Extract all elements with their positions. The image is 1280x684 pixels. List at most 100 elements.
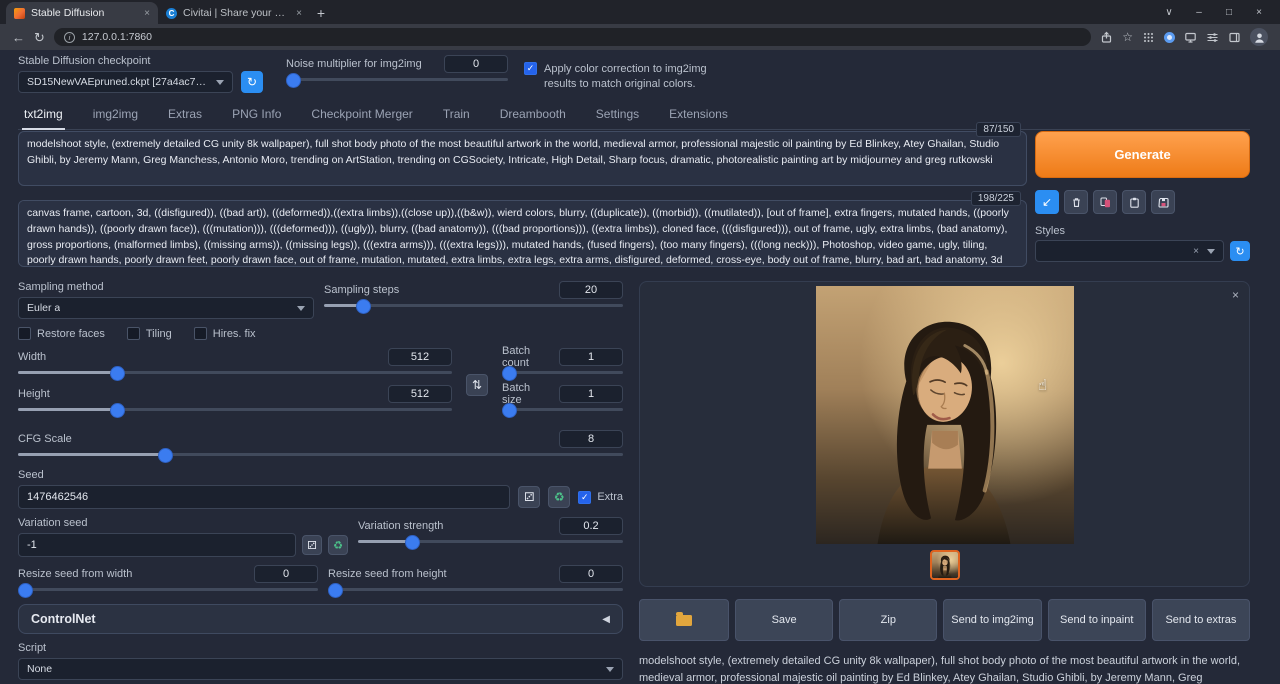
tab-dreambooth[interactable]: Dreambooth bbox=[498, 101, 568, 129]
script-dropdown[interactable]: None bbox=[18, 658, 623, 680]
controlnet-accordion[interactable]: ControlNet ◀ bbox=[18, 604, 623, 634]
share-icon[interactable] bbox=[1100, 31, 1113, 44]
extra-seed-checkbox[interactable]: Extra bbox=[578, 491, 623, 504]
cast-icon[interactable] bbox=[1184, 31, 1197, 44]
send-to-extras-button[interactable]: Send to extras bbox=[1152, 599, 1250, 641]
reload-icon[interactable]: ↻ bbox=[34, 31, 45, 44]
height-value[interactable]: 512 bbox=[388, 385, 452, 403]
styles-dropdown[interactable]: × bbox=[1035, 240, 1224, 262]
cfg-scale-slider[interactable] bbox=[18, 447, 623, 461]
txt2img-settings: Sampling method Euler a Sampling steps 2… bbox=[18, 281, 623, 684]
generate-button[interactable]: Generate bbox=[1035, 131, 1250, 178]
tab-img2img[interactable]: img2img bbox=[91, 101, 140, 129]
variation-strength-value[interactable]: 0.2 bbox=[559, 517, 623, 535]
reuse-variation-seed-button[interactable]: ♻ bbox=[328, 535, 348, 555]
seed-input[interactable] bbox=[18, 485, 510, 509]
height-slider[interactable] bbox=[18, 402, 452, 416]
tab-close-icon[interactable]: × bbox=[144, 8, 150, 19]
save-button[interactable]: Save bbox=[735, 599, 833, 641]
dice-icon: ⚂ bbox=[524, 490, 534, 504]
send-to-inpaint-button[interactable]: Send to inpaint bbox=[1048, 599, 1146, 641]
tab-close-icon[interactable]: × bbox=[296, 8, 302, 19]
send-to-img2img-button[interactable]: Send to img2img bbox=[943, 599, 1041, 641]
resize-seed-width-slider[interactable] bbox=[18, 582, 318, 596]
record-circle-icon[interactable] bbox=[1164, 32, 1175, 43]
resize-seed-width-value[interactable]: 0 bbox=[254, 565, 318, 583]
side-panel-icon[interactable] bbox=[1228, 31, 1241, 44]
generation-info-text: modelshoot style, (extremely detailed CG… bbox=[639, 653, 1250, 684]
bookmark-star-icon[interactable]: ☆ bbox=[1122, 30, 1133, 44]
variation-strength-slider[interactable] bbox=[358, 534, 623, 548]
batch-count-value[interactable]: 1 bbox=[559, 348, 623, 366]
tab-png-info[interactable]: PNG Info bbox=[230, 101, 283, 129]
restore-faces-checkbox[interactable]: Restore faces bbox=[18, 327, 105, 340]
tab-train[interactable]: Train bbox=[441, 101, 472, 129]
resize-seed-height-slider[interactable] bbox=[328, 582, 623, 596]
refresh-styles-button[interactable]: ↻ bbox=[1230, 241, 1250, 261]
batch-size-slider[interactable] bbox=[502, 402, 623, 416]
random-seed-button[interactable]: ⚂ bbox=[518, 486, 540, 508]
clear-styles-icon[interactable]: × bbox=[1193, 246, 1201, 257]
save-style-button[interactable] bbox=[1151, 190, 1175, 214]
tab-settings[interactable]: Settings bbox=[594, 101, 641, 129]
negative-prompt-input[interactable]: canvas frame, cartoon, 3d, ((disfigured)… bbox=[18, 200, 1027, 267]
width-slider[interactable] bbox=[18, 365, 452, 379]
variation-seed-label: Variation seed bbox=[18, 517, 348, 530]
generated-image[interactable] bbox=[816, 286, 1074, 544]
resize-seed-height-label: Resize seed from height bbox=[328, 568, 447, 580]
site-info-icon[interactable]: i bbox=[64, 32, 75, 43]
hires-fix-checkbox[interactable]: Hires. fix bbox=[194, 327, 256, 340]
window-maximize-icon[interactable]: □ bbox=[1214, 0, 1244, 24]
random-variation-seed-button[interactable]: ⚂ bbox=[302, 535, 322, 555]
checkpoint-dropdown[interactable]: SD15NewVAEpruned.ckpt [27a4ac756c] bbox=[18, 71, 233, 93]
sampling-method-dropdown[interactable]: Euler a bbox=[18, 297, 314, 319]
tiling-checkbox[interactable]: Tiling bbox=[127, 327, 172, 340]
window-close-icon[interactable]: × bbox=[1244, 0, 1274, 24]
zip-button[interactable]: Zip bbox=[839, 599, 937, 641]
refresh-checkpoint-button[interactable]: ↻ bbox=[241, 71, 263, 93]
batch-count-slider[interactable] bbox=[502, 365, 623, 379]
reuse-seed-button[interactable]: ♻ bbox=[548, 486, 570, 508]
variation-seed-input[interactable] bbox=[18, 533, 296, 557]
paste-params-button[interactable]: ↙ bbox=[1035, 190, 1059, 214]
browser-tab-stable-diffusion[interactable]: Stable Diffusion × bbox=[6, 2, 158, 24]
tab-extras[interactable]: Extras bbox=[166, 101, 204, 129]
noise-multiplier-slider[interactable] bbox=[286, 72, 508, 86]
cfg-scale-value[interactable]: 8 bbox=[559, 430, 623, 448]
profile-avatar[interactable] bbox=[1250, 28, 1268, 46]
extra-networks-button[interactable] bbox=[1093, 190, 1117, 214]
width-value[interactable]: 512 bbox=[388, 348, 452, 366]
sampling-method-value: Euler a bbox=[27, 302, 60, 314]
resize-seed-width-label: Resize seed from width bbox=[18, 568, 132, 580]
checkbox-icon bbox=[127, 327, 140, 340]
gallery-thumbnail[interactable] bbox=[930, 550, 960, 580]
tab-search-icon[interactable]: ∨ bbox=[1154, 0, 1184, 24]
tune-sliders-icon[interactable] bbox=[1206, 31, 1219, 44]
noise-multiplier-value[interactable]: 0 bbox=[444, 55, 508, 73]
apply-style-button[interactable] bbox=[1122, 190, 1146, 214]
resize-seed-height-value[interactable]: 0 bbox=[559, 565, 623, 583]
clear-prompt-button[interactable] bbox=[1064, 190, 1088, 214]
tab-checkpoint-merger[interactable]: Checkpoint Merger bbox=[309, 101, 414, 129]
tab-extensions[interactable]: Extensions bbox=[667, 101, 730, 129]
batch-size-value[interactable]: 1 bbox=[559, 385, 623, 403]
apps-grid-icon[interactable] bbox=[1142, 31, 1155, 44]
open-output-folder-button[interactable] bbox=[639, 599, 729, 641]
prompt-input[interactable]: modelshoot style, (extremely detailed CG… bbox=[18, 131, 1027, 186]
swap-width-height-button[interactable]: ⇅ bbox=[466, 374, 488, 396]
new-tab-button[interactable]: + bbox=[310, 2, 332, 24]
color-correction-checkbox[interactable] bbox=[524, 62, 537, 75]
address-bar[interactable]: i 127.0.0.1:7860 bbox=[54, 28, 1091, 46]
browser-tab-civitai[interactable]: C Civitai | Share your models × bbox=[158, 2, 310, 24]
sampling-steps-slider[interactable] bbox=[324, 298, 623, 312]
controlnet-label: ControlNet bbox=[31, 612, 96, 626]
recycle-icon: ♻ bbox=[333, 539, 343, 552]
back-icon[interactable]: ← bbox=[12, 31, 25, 44]
close-gallery-icon[interactable]: × bbox=[1232, 288, 1239, 302]
script-label: Script bbox=[18, 642, 623, 655]
sampling-steps-value[interactable]: 20 bbox=[559, 281, 623, 299]
civitai-favicon-icon: C bbox=[166, 8, 177, 19]
sampling-method-label: Sampling method bbox=[18, 281, 314, 294]
window-minimize-icon[interactable]: – bbox=[1184, 0, 1214, 24]
tab-txt2img[interactable]: txt2img bbox=[22, 101, 65, 130]
